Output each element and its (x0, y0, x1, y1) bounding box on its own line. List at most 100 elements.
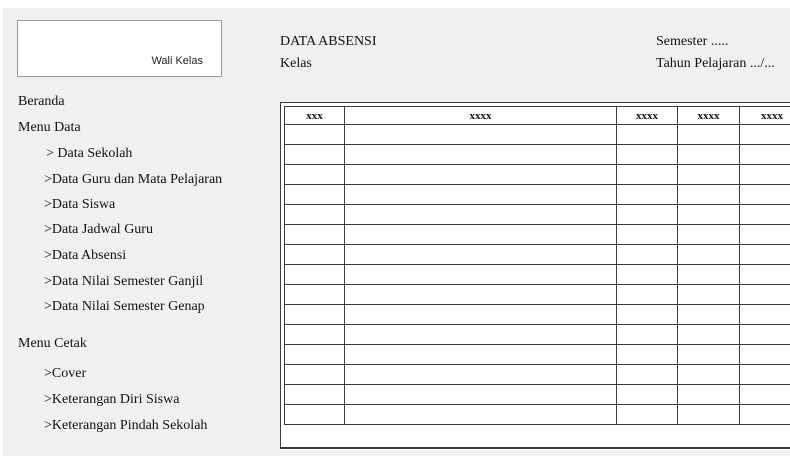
table-cell[interactable] (284, 284, 345, 305)
table-cell[interactable] (344, 364, 617, 385)
table-row (284, 244, 790, 265)
table-cell[interactable] (284, 304, 345, 325)
table-cell[interactable] (284, 364, 345, 385)
table-cell[interactable] (344, 284, 617, 305)
table-cell[interactable] (284, 344, 345, 365)
table-cell[interactable] (616, 124, 678, 145)
menu-heading-cetak[interactable]: Menu Cetak (18, 336, 87, 352)
table-cell[interactable] (616, 324, 678, 345)
table-cell[interactable] (284, 324, 345, 345)
table-cell[interactable] (739, 404, 790, 425)
table-cell[interactable] (739, 124, 790, 145)
table-cell[interactable] (739, 244, 790, 265)
table-cell[interactable] (677, 284, 740, 305)
table-cell[interactable] (739, 144, 790, 165)
table-cell[interactable] (284, 404, 345, 425)
table-cell[interactable] (677, 324, 740, 345)
table-cell[interactable] (284, 204, 345, 225)
table-cell[interactable] (616, 144, 678, 165)
table-row (284, 204, 790, 225)
table-cell[interactable] (616, 364, 678, 385)
table-cell[interactable] (344, 224, 617, 245)
menu-item-beranda[interactable]: Beranda (18, 94, 65, 110)
table-cell[interactable] (344, 264, 617, 285)
table-cell[interactable] (284, 184, 345, 205)
kelas-label: Kelas (280, 56, 312, 71)
menu-item-keterangan-pindah[interactable]: >Keterangan Pindah Sekolah (44, 418, 207, 434)
table-cell[interactable] (616, 164, 678, 185)
table-cell[interactable] (344, 124, 617, 145)
menu-item-data-guru[interactable]: >Data Guru dan Mata Pelajaran (44, 172, 222, 188)
table-cell[interactable] (284, 144, 345, 165)
menu-item-data-sekolah[interactable]: > Data Sekolah (46, 146, 132, 162)
table-cell[interactable] (344, 204, 617, 225)
table-cell[interactable] (616, 284, 678, 305)
table-cell[interactable] (739, 264, 790, 285)
table-header-row: xxx xxxx xxxx xxxx xxxx (284, 106, 790, 125)
table-cell[interactable] (739, 324, 790, 345)
table-cell[interactable] (677, 364, 740, 385)
table-cell[interactable] (344, 164, 617, 185)
table-cell[interactable] (344, 324, 617, 345)
menu-item-nilai-ganjil[interactable]: >Data Nilai Semester Ganjil (44, 274, 203, 290)
menu-item-data-jadwal-guru[interactable]: >Data Jadwal Guru (44, 222, 153, 238)
tahun-pelajaran-label: Tahun Pelajaran .../... (656, 56, 775, 71)
table-cell[interactable] (739, 384, 790, 405)
menu-item-data-absensi[interactable]: >Data Absensi (44, 248, 126, 264)
table-cell[interactable] (739, 284, 790, 305)
table-cell[interactable] (344, 184, 617, 205)
table-cell[interactable] (677, 304, 740, 325)
menu-item-nilai-genap[interactable]: >Data Nilai Semester Genap (44, 299, 205, 315)
table-cell[interactable] (344, 344, 617, 365)
table-cell[interactable] (616, 304, 678, 325)
table-cell[interactable] (677, 264, 740, 285)
table-row (284, 264, 790, 285)
table-cell[interactable] (677, 164, 740, 185)
table-cell[interactable] (677, 124, 740, 145)
table-cell[interactable] (739, 224, 790, 245)
table-cell[interactable] (344, 244, 617, 265)
table-cell[interactable] (616, 384, 678, 405)
wali-kelas-box: Wali Kelas (17, 20, 222, 77)
menu-item-keterangan-diri[interactable]: >Keterangan Diri Siswa (44, 392, 179, 408)
table-cell[interactable] (739, 364, 790, 385)
table-cell[interactable] (616, 184, 678, 205)
table-cell[interactable] (616, 204, 678, 225)
table-cell[interactable] (739, 164, 790, 185)
menu-item-cover[interactable]: >Cover (44, 366, 86, 382)
table-cell[interactable] (284, 244, 345, 265)
table-row (284, 124, 790, 145)
table-cell[interactable] (616, 244, 678, 265)
table-cell[interactable] (616, 224, 678, 245)
table-cell[interactable] (284, 264, 345, 285)
table-cell[interactable] (739, 204, 790, 225)
table-cell[interactable] (677, 384, 740, 405)
table-cell[interactable] (739, 184, 790, 205)
table-cell[interactable] (739, 344, 790, 365)
menu-heading-data[interactable]: Menu Data (18, 120, 81, 136)
table-cell[interactable] (284, 124, 345, 145)
table-cell[interactable] (344, 304, 617, 325)
table-cell[interactable] (677, 404, 740, 425)
table-cell[interactable] (616, 404, 678, 425)
table-cell[interactable] (344, 144, 617, 165)
menu-item-data-siswa[interactable]: >Data Siswa (44, 197, 115, 213)
table-cell[interactable] (739, 304, 790, 325)
table-cell[interactable] (677, 244, 740, 265)
table-cell[interactable] (284, 164, 345, 185)
table-body (284, 124, 790, 425)
table-cell[interactable] (344, 404, 617, 425)
table-cell[interactable] (677, 204, 740, 225)
table-cell[interactable] (344, 384, 617, 405)
table-row (284, 304, 790, 325)
table-cell[interactable] (677, 184, 740, 205)
table-cell[interactable] (284, 224, 345, 245)
table-cell[interactable] (284, 384, 345, 405)
table-cell[interactable] (677, 224, 740, 245)
table-cell[interactable] (616, 344, 678, 365)
table-cell[interactable] (616, 264, 678, 285)
table-row (284, 364, 790, 385)
table-cell[interactable] (677, 344, 740, 365)
table-cell[interactable] (677, 144, 740, 165)
table-row (284, 144, 790, 165)
